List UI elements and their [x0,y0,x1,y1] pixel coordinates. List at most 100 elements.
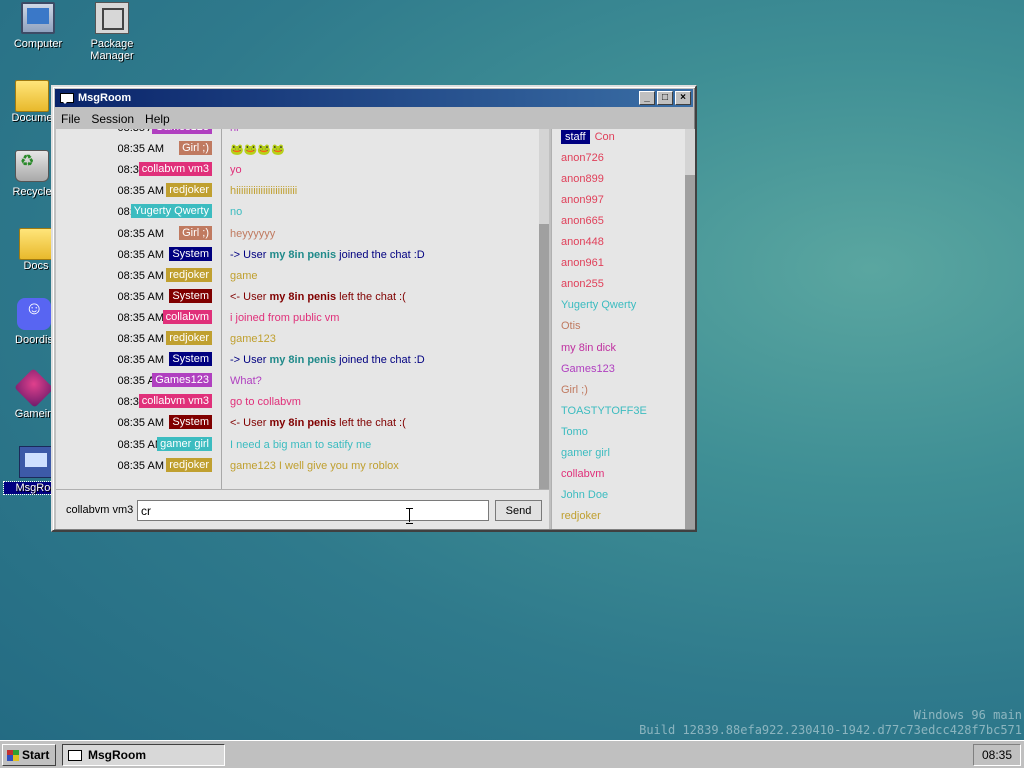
message-text-suffix: joined the chat :D [336,248,425,261]
message-author[interactable]: collabvm vm3 [138,394,212,409]
message-author[interactable]: redjoker [166,457,212,472]
message-author[interactable]: collabvm vm3 [138,162,212,177]
window-controls: _ □ × [639,91,691,105]
close-button[interactable]: × [675,91,691,105]
user-list-item[interactable]: Games123 [561,363,615,379]
message-author[interactable]: redjoker [166,331,212,345]
user-name: TOASTYTOFF3E [561,404,647,417]
desktop-icon-label: Package Manager [90,38,134,62]
message-username: my 8in penis [269,290,337,303]
taskbar: Start MsgRoom 08:35 [0,740,1024,768]
message-text: yo [230,164,242,177]
message-author[interactable]: Girl ;) [179,141,212,156]
user-list-item[interactable]: anon961 [561,257,604,273]
message-author[interactable]: redjoker [166,267,212,282]
message-input[interactable] [137,500,489,521]
user-name: anon448 [561,236,604,249]
chat-scrollbar[interactable] [539,129,549,489]
scroll-thumb[interactable] [685,175,695,529]
chat-message: 08:35 AM Girl ;) 🐸🐸🐸🐸 [56,140,536,158]
menu-help[interactable]: Help [145,112,170,126]
scroll-thumb[interactable] [539,224,549,489]
message-username: my 8in penis [269,417,337,430]
user-name: gamer girl [561,446,610,459]
user-list-item[interactable]: TOASTYTOFF3E [561,405,647,421]
chat-message: 08:35 AM redjoker hiiiiiiiiiiiiiiiiiiiiiii… [56,182,536,200]
message-author[interactable]: Games123 [152,129,212,134]
desktop-icon-computer[interactable]: Computer [6,2,70,50]
chat-message: 08:35 AM Girl ;) heyyyyyy [56,225,536,243]
message-text: no [230,206,243,219]
desktop-icon-package-manager[interactable]: Package Manager [80,2,144,62]
game-icon [14,368,54,408]
message-username: my 8in penis [269,354,337,367]
user-list-item[interactable]: staff Con [561,130,615,147]
menu-session[interactable]: Session [91,112,134,126]
user-name: my 8in dick [561,341,617,354]
message-text: game [230,269,258,282]
message-author[interactable]: System [169,352,212,367]
user-list-item[interactable]: Tomo [561,426,588,442]
message-text: game123 I well give you my roblox [230,459,399,472]
nickname-label[interactable]: collabvm vm3 [66,504,133,516]
user-list-item[interactable]: my 8in dick [561,342,616,358]
user-list-item[interactable]: anon997 [561,194,604,210]
message-author[interactable]: Games123 [152,373,212,388]
user-list-item[interactable]: John Doe [561,489,608,505]
message-author[interactable]: redjoker [166,183,212,198]
message-text: hi [230,129,239,134]
menu-file[interactable]: File [61,112,80,126]
message-text-prefix: <- User [230,417,270,430]
menu-bar: File Session Help [55,109,693,129]
user-name: Otis [561,320,581,333]
user-list-item[interactable]: anon665 [561,215,604,231]
package-icon [95,2,129,34]
user-list-item[interactable]: collabvm [561,468,604,484]
message-text: game123 [230,333,276,345]
message-author[interactable]: System [169,415,212,430]
message-time: 08:35 AM [117,354,164,367]
chat-message: 08:35 AMGames123hi [56,129,536,137]
chat-log[interactable]: 08:35 AM Games123 hi 08:35 AMGirl ;)🐸🐸🐸🐸 08:… [56,129,549,489]
os-watermark: Windows 96 main Build 12839.88efa922.230… [639,708,1022,738]
message-text: i joined from public vm [230,311,340,324]
chat-message: 08:35 AMcollabvm vm3yo [56,161,536,179]
user-list-item[interactable]: Otis [561,320,581,336]
chat-bubble-icon [68,749,82,761]
user-name: John Doe [561,488,609,501]
message-author[interactable]: collabvm [162,309,212,324]
user-list-item[interactable]: gamer girl [561,447,610,463]
discord-icon [17,298,51,330]
title-bar[interactable]: MsgRoom _ □ × [55,89,693,107]
user-list-item[interactable]: anon255 [561,278,604,294]
send-button[interactable]: Send [495,500,542,521]
user-list-item[interactable]: anon448 [561,236,604,252]
message-text: I need a big man to satify me [230,438,372,451]
chat-message: 08:35 AMcollabvm vm3go to collabvm [56,393,536,411]
user-list-item[interactable]: anon726 [561,152,604,168]
watermark-line-1: Windows 96 main [913,708,1022,722]
user-name: Tomo [561,425,588,438]
folder-icon [19,228,53,260]
message-text: -> User my 8in penis joined the chat :D [230,249,425,261]
user-list-item[interactable]: Girl ;) [561,384,588,400]
message-time: 08:35 AM [117,417,164,430]
message-author[interactable]: Girl ;) [179,225,212,240]
user-list-item[interactable]: anon899 [561,173,604,189]
user-list-item[interactable]: redjoker [561,510,601,526]
message-author[interactable]: Yugerty Qwerty [130,204,212,219]
maximize-button[interactable]: □ [657,91,673,105]
start-button[interactable]: Start [2,744,56,766]
chat-message: 08:35 AM redjoker game123 [56,330,536,348]
message-text-prefix: <- User [230,290,270,303]
chat-message: 08:35 AM System <- User my 8in penis left … [56,414,536,432]
user-list-scrollbar[interactable] [685,129,695,529]
message-author[interactable]: System [169,288,212,303]
user-list-item[interactable]: Yugerty Qwerty [561,299,636,315]
minimize-button[interactable]: _ [639,91,655,105]
message-author[interactable]: gamer girl [157,436,212,451]
message-text: hiiiiiiiiiiiiiiiiiiiiiiiii [230,185,298,198]
taskbar-item-msgroom[interactable]: MsgRoom [62,744,225,766]
user-name: anon899 [561,173,604,186]
message-author[interactable]: System [169,246,212,261]
